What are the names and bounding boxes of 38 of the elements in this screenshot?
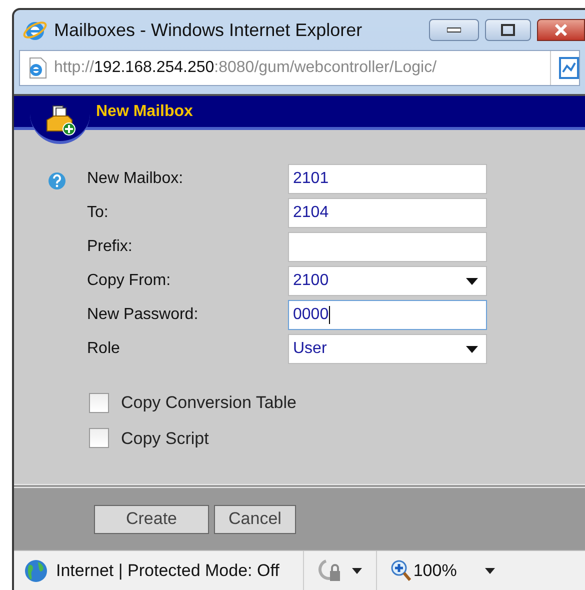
checkbox-label: Copy Conversion Table bbox=[121, 392, 296, 414]
field-label: New Password: bbox=[87, 305, 200, 325]
dropdown-field[interactable]: 2100 bbox=[288, 266, 487, 296]
input-field[interactable]: 0000 bbox=[288, 300, 487, 330]
input-field[interactable] bbox=[288, 232, 487, 262]
feed-icon[interactable] bbox=[559, 57, 579, 79]
dropdown-arrow-icon[interactable] bbox=[484, 568, 495, 574]
dropdown-arrow-icon[interactable] bbox=[352, 568, 362, 574]
field-label: Prefix: bbox=[87, 237, 134, 257]
zone-status: Internet | Protected Mode: Off bbox=[56, 560, 280, 582]
field-label: Role bbox=[87, 339, 121, 359]
dropdown-field[interactable]: User bbox=[288, 334, 487, 364]
close-button[interactable] bbox=[537, 19, 585, 41]
help-icon[interactable] bbox=[48, 172, 66, 190]
dropdown-arrow-icon bbox=[466, 346, 478, 352]
minimize-icon bbox=[447, 27, 461, 33]
dropdown-arrow-icon bbox=[466, 278, 478, 284]
zoom-icon[interactable] bbox=[391, 560, 412, 582]
dialog-title: New Mailbox bbox=[96, 102, 193, 122]
window-title: Mailboxes - Windows Internet Explorer bbox=[54, 18, 362, 42]
close-icon bbox=[554, 24, 568, 36]
checkbox[interactable] bbox=[89, 428, 109, 448]
zoom-level[interactable]: 100% bbox=[413, 558, 457, 584]
checkbox[interactable] bbox=[89, 392, 109, 413]
restore-button[interactable] bbox=[485, 19, 531, 41]
maximize-icon bbox=[501, 24, 515, 36]
lock-icon[interactable] bbox=[316, 558, 342, 582]
input-field[interactable]: 2101 bbox=[288, 164, 487, 194]
input-field[interactable]: 2104 bbox=[288, 198, 487, 228]
cancel-button[interactable]: Cancel bbox=[214, 504, 296, 534]
mailbox-add-icon bbox=[44, 104, 76, 136]
field-label: New Mailbox: bbox=[87, 169, 184, 189]
field-label: To: bbox=[87, 203, 110, 223]
globe-icon bbox=[24, 558, 48, 582]
checkbox-label: Copy Script bbox=[121, 428, 209, 450]
minimize-button[interactable] bbox=[429, 19, 479, 41]
create-button[interactable]: Create bbox=[94, 504, 209, 534]
field-label: Copy From: bbox=[87, 271, 172, 291]
